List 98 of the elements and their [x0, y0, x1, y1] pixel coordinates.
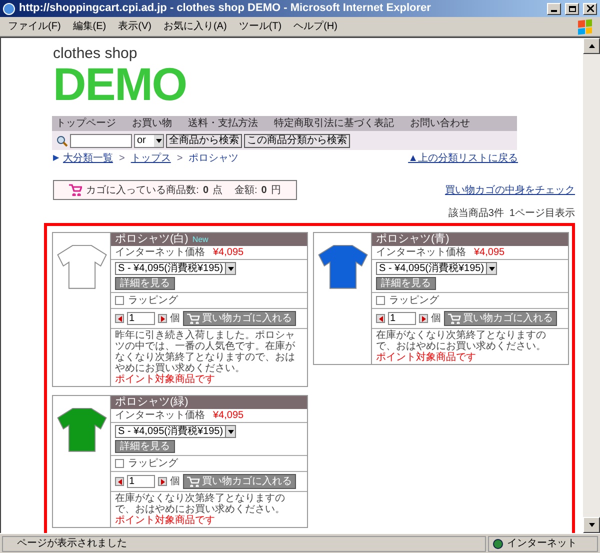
caret-icon [228, 430, 234, 434]
close-icon [586, 5, 594, 12]
point-note: ポイント対象商品です [115, 374, 216, 385]
add-to-cart-button[interactable]: 買い物カゴに入れる [444, 311, 557, 326]
globe-icon [493, 538, 503, 548]
cart-icon [448, 313, 461, 324]
cart-count-unit: 点 [212, 184, 222, 198]
browser-icon [3, 2, 15, 14]
search-field[interactable] [70, 134, 132, 148]
status-text: ページが表示されました [2, 536, 486, 552]
search-icon [56, 134, 68, 146]
cart-count-label: カゴに入っている商品数: [86, 184, 199, 198]
cart-icon [187, 313, 200, 324]
increase-button[interactable] [158, 314, 167, 323]
product-description: 昨年に引き続き入荷しました。ポロシャツの中では、一番の人気色です。在庫がなくなり次第終了となりますので、おはやめにお買い求めください。 [115, 330, 296, 374]
nav-link[interactable]: トップページ [56, 116, 116, 131]
wrapping-label: ラッピング [128, 295, 178, 306]
product-description: 在庫がなくなり次第終了となりますので、おはやめにお買い求めください。 [376, 330, 547, 352]
price-label: インターネット価格 [376, 247, 466, 258]
maximize-button[interactable] [565, 2, 579, 14]
breadcrumb-separator: > [176, 152, 183, 166]
size-select[interactable]: S - ¥4,095(消費税¥195) [376, 262, 498, 275]
decrease-button[interactable] [115, 477, 124, 486]
caret-icon [156, 138, 162, 142]
cart-count: 0 [202, 184, 208, 198]
cart-amount-unit: 円 [270, 184, 281, 198]
window-title: http://shoppingcart.cpi.ad.jp - clothes shop DEMO - Microsoft Internet Explorer [19, 1, 432, 16]
detail-button[interactable]: 詳細を見る [115, 440, 175, 453]
up-arrow-icon [588, 44, 594, 48]
close-button[interactable] [583, 2, 597, 14]
add-to-cart-button[interactable]: 買い物カゴに入れる [183, 311, 296, 326]
unit-label: 個 [170, 476, 180, 487]
search-mode-select[interactable]: or [134, 134, 164, 148]
detail-button[interactable]: 詳細を見る [115, 277, 175, 290]
menu-item[interactable]: ファイル(F) [8, 19, 61, 34]
caret-icon [488, 266, 495, 270]
unit-label: 個 [170, 313, 180, 324]
windows-logo-icon [578, 18, 592, 34]
caret-icon [228, 266, 234, 270]
minimize-button[interactable] [547, 2, 561, 14]
search-button[interactable]: この商品分類から検索 [244, 134, 350, 148]
nav-link[interactable]: お買い物 [132, 116, 172, 131]
result-info: 該当商品3件 1ページ目表示 [447, 206, 575, 221]
detail-button[interactable]: 詳細を見る [376, 277, 436, 290]
wrapping-checkbox[interactable] [115, 459, 124, 468]
breadcrumb-marker: ▶ [53, 152, 59, 164]
zone-label: インターネット [507, 537, 577, 551]
nav-link[interactable]: お問い合わせ [410, 116, 470, 131]
scroll-up-button[interactable] [583, 38, 600, 54]
cart-icon [187, 476, 200, 487]
price: ¥4,095 [213, 247, 244, 258]
product-name: ポロシャツ(青) [376, 234, 450, 245]
price-label: インターネット価格 [115, 410, 205, 421]
nav-link[interactable]: 送料・支払方法 [188, 116, 258, 131]
logo-wordmark: DEMO [53, 61, 188, 107]
new-label: New [192, 234, 208, 245]
menu-item[interactable]: ツール(T) [238, 19, 282, 34]
size-select[interactable]: S - ¥4,095(消費税¥195) [115, 262, 236, 275]
price: ¥4,095 [213, 410, 244, 421]
menu-item[interactable]: 編集(E) [72, 19, 106, 34]
add-to-cart-button[interactable]: 買い物カゴに入れる [183, 474, 296, 489]
unit-label: 個 [431, 313, 441, 324]
search-button[interactable]: 全商品から検索 [166, 134, 242, 148]
product-name: ポロシャツ(白) [115, 234, 188, 245]
back-to-list-link[interactable]: ▲上の分類リストに戻る [408, 150, 518, 166]
breadcrumb-separator: > [119, 152, 125, 166]
product-description: 在庫がなくなり次第終了となりますので、おはやめにお買い求めください。 [115, 493, 286, 515]
breadcrumb-link[interactable]: トップス [130, 150, 171, 166]
price-label: インターネット価格 [115, 247, 205, 258]
menu-item[interactable]: お気に入り(A) [163, 19, 227, 34]
price: ¥4,095 [474, 247, 505, 258]
cart-amount: 0 [261, 184, 267, 198]
cart-icon [69, 184, 82, 196]
scroll-down-button[interactable] [583, 517, 600, 533]
menu-item[interactable]: ヘルプ(H) [294, 19, 338, 34]
increase-button[interactable] [158, 477, 167, 486]
quantity-field[interactable]: 1 [127, 475, 155, 488]
down-arrow-icon [588, 523, 594, 527]
decrease-button[interactable] [115, 314, 124, 323]
wrapping-label: ラッピング [128, 458, 178, 469]
point-note: ポイント対象商品です [115, 515, 216, 526]
wrapping-label: ラッピング [389, 295, 439, 306]
decrease-button[interactable] [376, 314, 385, 323]
nav-link[interactable]: 特定商取引法に基づく表記 [274, 116, 394, 131]
point-note: ポイント対象商品です [376, 352, 477, 363]
menu-item[interactable]: 表示(V) [118, 19, 152, 34]
logo-tagline: clothes shop [53, 46, 138, 61]
quantity-field[interactable]: 1 [127, 312, 155, 325]
scrollbar[interactable] [583, 38, 600, 533]
wrapping-checkbox[interactable] [376, 296, 385, 305]
product-name: ポロシャツ(緑) [115, 397, 188, 408]
size-select[interactable]: S - ¥4,095(消費税¥195) [115, 425, 236, 438]
breadcrumb-link[interactable]: 大分類一覧 [63, 150, 113, 166]
increase-button[interactable] [419, 314, 428, 323]
wrapping-checkbox[interactable] [115, 296, 124, 305]
cart-check-link[interactable]: 買い物カゴの中身をチェック [445, 182, 575, 198]
cart-amount-label: 金額: [234, 184, 258, 198]
quantity-field[interactable]: 1 [388, 312, 416, 325]
